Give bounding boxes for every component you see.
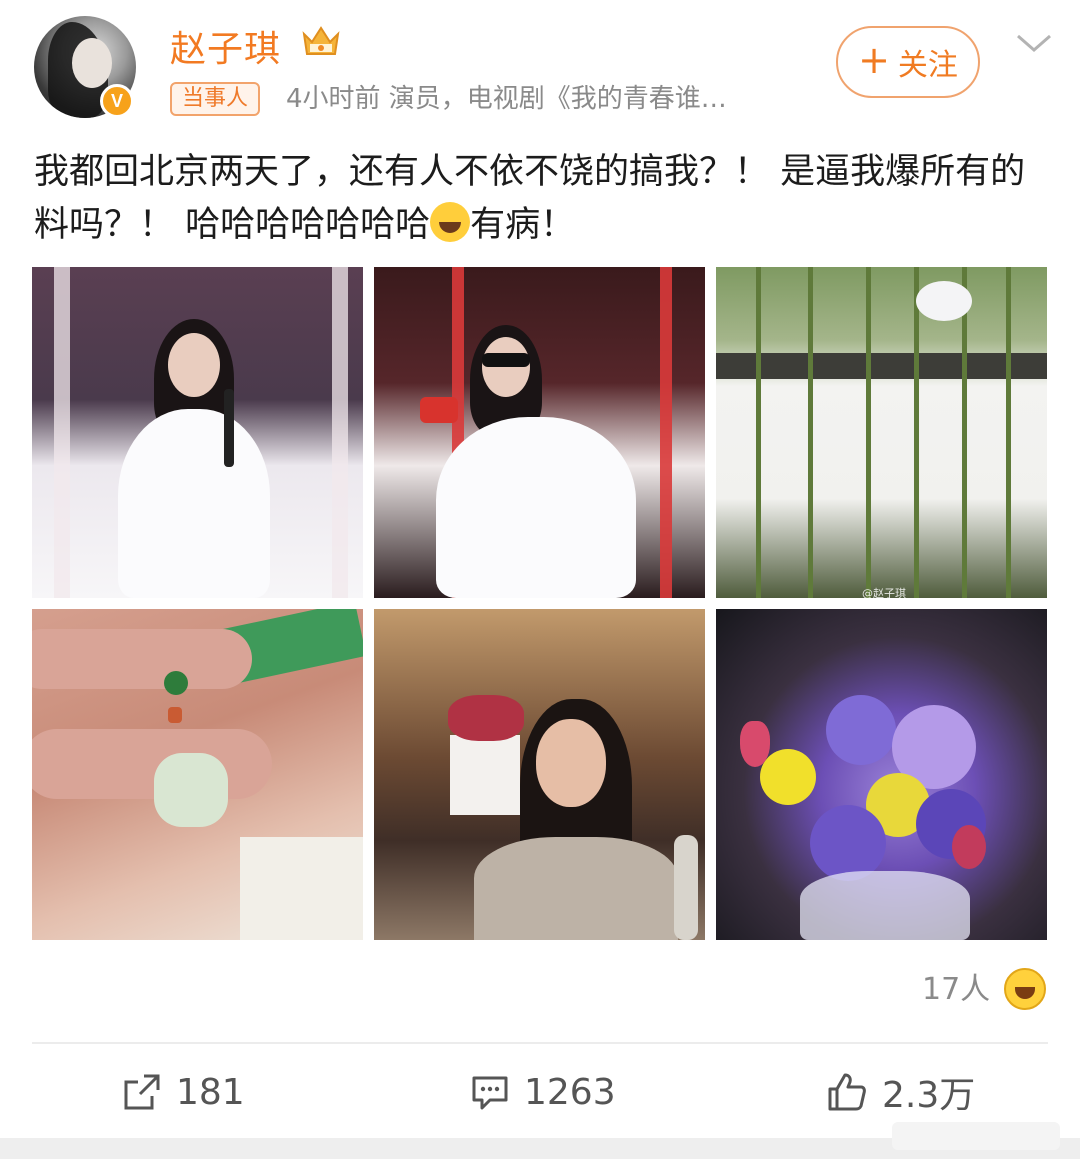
post-meta: 4小时前 演员，电视剧《我的青春谁…	[286, 84, 727, 114]
repost-icon	[122, 1072, 162, 1112]
photo-stage-white-dress[interactable]	[32, 267, 363, 598]
username[interactable]: 赵子琪	[170, 20, 281, 72]
like-icon	[826, 1071, 868, 1113]
post-text: 我都回北京两天了，还有人不依不饶的搞我？！ 是逼我爆所有的料吗？！ 哈哈哈哈哈哈…	[34, 146, 1054, 252]
repost-button[interactable]: 181	[122, 1066, 245, 1118]
like-button[interactable]: 2.3万	[826, 1066, 975, 1118]
plus-icon: +	[858, 38, 890, 82]
photo-jade-pendant[interactable]	[32, 609, 363, 940]
follow-label: 关注	[897, 48, 958, 83]
grin-emoji-icon[interactable]	[1004, 968, 1046, 1010]
laugh-cry-emoji-icon	[430, 202, 471, 242]
divider	[32, 1042, 1048, 1044]
home-indicator	[892, 1122, 1060, 1150]
reaction-count[interactable]: 17人	[922, 970, 990, 1010]
repost-count: 181	[176, 1071, 245, 1113]
photo-selfie-room[interactable]	[374, 609, 705, 940]
like-count: 2.3万	[882, 1075, 976, 1116]
verified-badge-icon: V	[100, 84, 134, 118]
photo-purple-flower-bouquet[interactable]	[716, 609, 1047, 940]
photo-bamboo-courtyard[interactable]: @赵子琪	[716, 267, 1047, 598]
comment-count: 1263	[524, 1071, 616, 1113]
photo-stage-sunglasses[interactable]	[374, 267, 705, 598]
crown-icon	[302, 26, 340, 55]
follow-button[interactable]: + 关注	[836, 26, 980, 98]
comment-icon	[470, 1072, 510, 1112]
post-text-tail: 有病！	[470, 205, 576, 245]
participant-tag: 当事人	[170, 82, 261, 116]
photo-watermark: @赵子琪	[862, 587, 906, 598]
comment-button[interactable]: 1263	[470, 1066, 616, 1118]
chevron-down-icon[interactable]	[1014, 30, 1054, 56]
